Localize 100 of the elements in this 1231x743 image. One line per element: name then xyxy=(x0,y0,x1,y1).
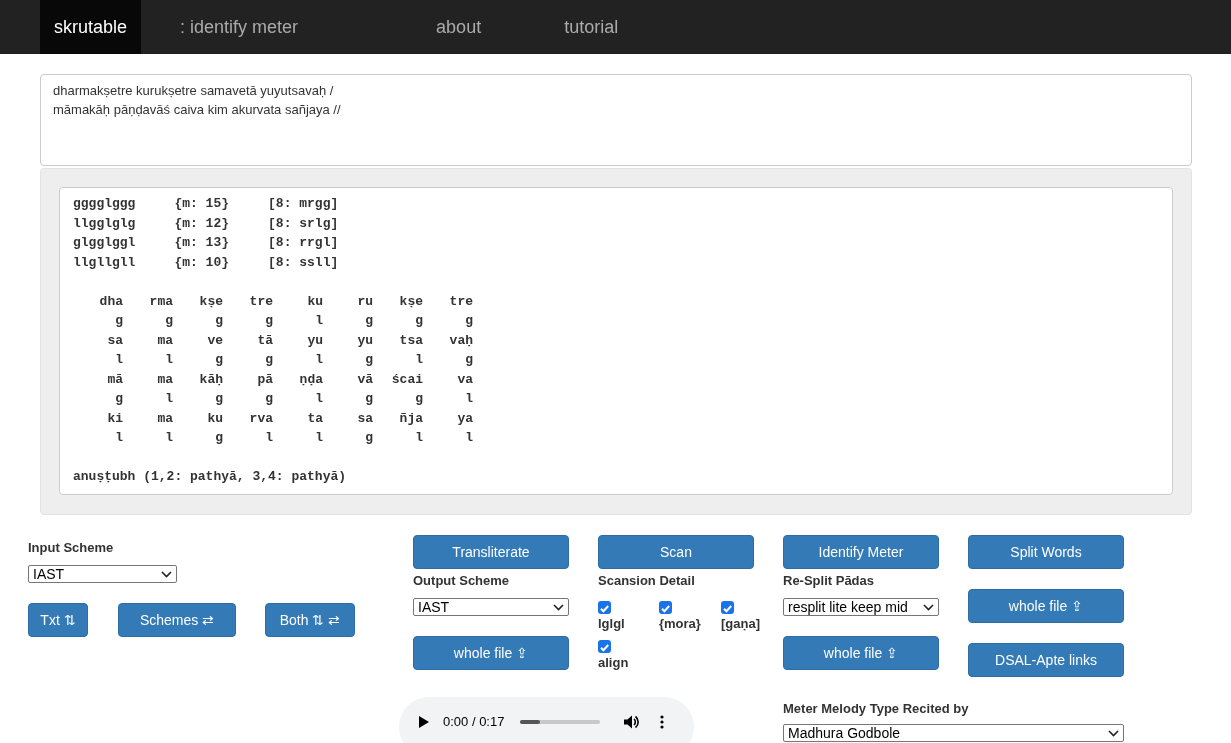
syllable-cell-text: ya xyxy=(456,409,473,428)
play-icon[interactable] xyxy=(419,716,429,728)
checkbox[interactable] xyxy=(598,640,611,653)
syllable-cell-text: tsa xyxy=(398,331,423,350)
syllable-cell-text: tā xyxy=(256,331,273,350)
dsal-apte-links-button[interactable]: DSAL-Apte links xyxy=(968,643,1124,677)
syllable-cell-text: ki xyxy=(106,409,123,428)
weight-cell-text: l xyxy=(264,429,273,447)
caret-icon xyxy=(1108,729,1119,737)
caret-icon xyxy=(161,570,172,578)
weight-cell-text: l xyxy=(464,390,473,408)
syllable-cell-text: pā xyxy=(256,370,273,389)
weight-cell-text: l xyxy=(114,429,123,447)
weight-cell-text: l xyxy=(314,429,323,447)
weight-pattern-line: glgglggl {m: 13} [8: rrgl] xyxy=(73,234,340,252)
syllable-cell-text: kṣe xyxy=(398,292,423,311)
caret-icon xyxy=(923,603,934,611)
field-label: Scansion Detail xyxy=(598,572,696,590)
weight-pattern-line: llgllgll {m: 10} [8: ssll] xyxy=(73,253,340,272)
field-label: Re-Split Pādas xyxy=(783,572,876,590)
syllable-cell-text: ma xyxy=(156,331,173,350)
verse-textarea[interactable]: dharmakṣetre kurukṣetre samavetā yuyutsavaḥ / māmakāḥ pāṇḍavāś caiva kim akurvata sañjaya // xyxy=(40,74,1192,166)
more-icon[interactable] xyxy=(660,715,665,729)
syllable-cell-text: dha xyxy=(98,292,123,311)
verse-line: māmakāḥ pāṇḍavāś caiva kim akurvata sañjaya // xyxy=(53,101,342,119)
weight-cell-text: g xyxy=(464,351,473,369)
weight-cell-text: g xyxy=(264,351,273,369)
swap-button[interactable]: Txt ⇅ xyxy=(28,603,88,637)
swap-button[interactable]: Both ⇅ ⇄ xyxy=(265,603,355,637)
scan-button[interactable]: Scan xyxy=(598,535,754,569)
syllable-cell-text: ścai xyxy=(390,370,423,389)
time-display: 0:00 / 0:17 xyxy=(443,715,505,729)
syllable-cell-text: ñja xyxy=(398,409,423,428)
weight-cell-text: l xyxy=(114,351,123,369)
syllable-cell-text: rma xyxy=(148,292,173,311)
progress-track[interactable] xyxy=(520,720,601,724)
syllable-cell-text: tre xyxy=(448,292,473,311)
syllable-cell-text: yu xyxy=(306,331,323,350)
identify-meter-button[interactable]: Identify Meter xyxy=(783,535,939,569)
weight-cell-text: g xyxy=(264,312,273,330)
weight-cell-text: g xyxy=(414,312,423,330)
weight-cell-text: l xyxy=(414,351,423,369)
whole-file-button[interactable]: whole file ⇪ xyxy=(783,636,939,670)
weight-cell-text: g xyxy=(214,351,223,369)
syllable-cell-text: ma xyxy=(156,370,173,389)
weight-cell-text: g xyxy=(364,312,373,330)
weight-cell-text: g xyxy=(214,429,223,447)
weight-cell-text: g xyxy=(364,429,373,447)
whole-file-button[interactable]: whole file ⇪ xyxy=(968,589,1124,623)
weight-pattern-line: llgglglg {m: 12} [8: srlg] xyxy=(73,214,340,233)
weight-pattern-line: gggglggg {m: 15} [8: mrgg] xyxy=(73,195,340,213)
input-scheme-select[interactable]: IAST xyxy=(28,565,177,583)
checkbox[interactable] xyxy=(598,601,611,614)
syllable-cell-text: vā xyxy=(356,370,373,389)
syllable-cell-text: sa xyxy=(106,331,123,350)
weight-cell-text: l xyxy=(164,390,173,408)
checkbox[interactable] xyxy=(721,601,734,614)
field-label: Meter Melody Type Recited by xyxy=(783,700,970,718)
nav-link[interactable]: : identify meter xyxy=(166,0,313,54)
checkbox-label: {mora} xyxy=(659,616,701,631)
weight-cell-text: g xyxy=(214,390,223,408)
whole-file-button[interactable]: whole file ⇪ xyxy=(413,636,569,670)
weight-cell-text: g xyxy=(214,312,223,330)
caret-icon xyxy=(553,603,564,611)
syllable-cell-text: kṣe xyxy=(198,292,223,311)
field-label: Output Scheme xyxy=(413,572,511,590)
weight-cell-text: g xyxy=(114,312,123,330)
weight-cell-text: g xyxy=(464,312,473,330)
weight-cell-text: l xyxy=(164,351,173,369)
syllable-cell-text: rva xyxy=(248,409,273,428)
checkbox[interactable] xyxy=(659,601,672,614)
checkbox-label: [gaṇa] xyxy=(721,616,760,631)
syllable-cell-text: vaḥ xyxy=(448,331,473,350)
nav-link[interactable]: tutorial xyxy=(550,0,633,54)
melody-select[interactable]: Madhura Godbole xyxy=(783,724,1124,742)
weight-cell-text: l xyxy=(314,351,323,369)
resplit-select[interactable]: resplit lite keep mid xyxy=(783,598,939,616)
checkbox-label: lglgl xyxy=(598,616,625,631)
syllable-cell-text: mā xyxy=(106,370,123,389)
syllable-cell-text: sa xyxy=(356,409,373,428)
syllable-cell-text: ma xyxy=(156,409,173,428)
weight-cell-text: l xyxy=(314,312,323,330)
weight-cell-text: l xyxy=(314,390,323,408)
syllable-cell-text: ṇḍa xyxy=(298,370,323,389)
volume-icon[interactable] xyxy=(624,715,641,729)
checkbox-label: align xyxy=(598,655,629,670)
brand-link[interactable]: skrutable xyxy=(40,0,142,54)
verse-line: dharmakṣetre kurukṣetre samavetā yuyutsavaḥ / xyxy=(53,82,335,100)
syllable-cell-text: va xyxy=(456,370,473,389)
syllable-cell-text: kāḥ xyxy=(198,370,223,389)
swap-button[interactable]: Schemes ⇄ xyxy=(118,603,236,637)
weight-cell-text: g xyxy=(364,351,373,369)
syllable-cell-text: ve xyxy=(206,331,223,350)
weight-cell-text: g xyxy=(414,390,423,408)
field-label: Input Scheme xyxy=(28,539,115,557)
transliterate-button[interactable]: Transliterate xyxy=(413,535,569,569)
nav-link[interactable]: about xyxy=(422,0,496,54)
split-words-button[interactable]: Split Words xyxy=(968,535,1124,569)
weight-cell-text: g xyxy=(364,390,373,408)
output-scheme-select[interactable]: IAST xyxy=(413,598,569,616)
